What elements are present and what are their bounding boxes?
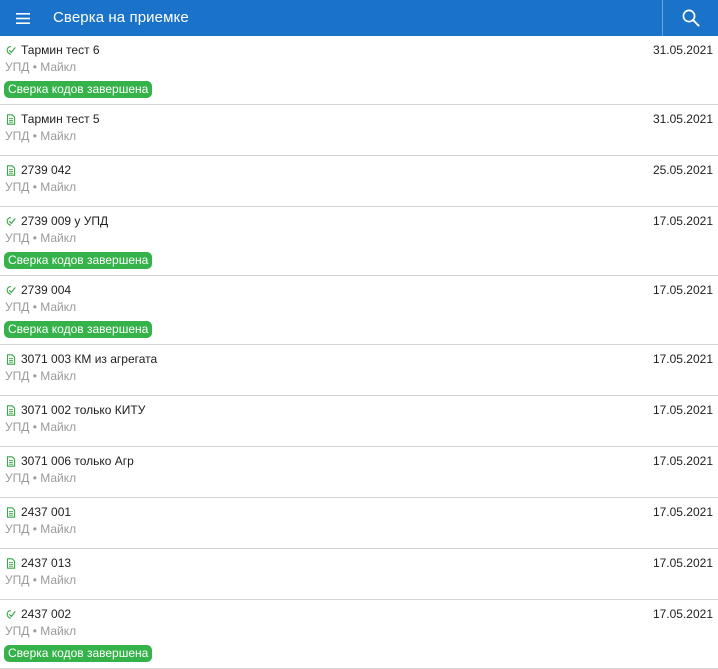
document-meta: УПД • Майкл	[5, 231, 77, 245]
document-row[interactable]: 3071 006 только Агр УПД • Майкл 17.05.2021	[0, 447, 718, 498]
document-row[interactable]: 2437 013 УПД • Майкл 17.05.2021	[0, 549, 718, 600]
search-icon	[682, 9, 700, 27]
document-row[interactable]: 2739 004 УПД • Майкл 17.05.2021 Сверка кодо…	[0, 276, 718, 345]
doc-icon	[6, 558, 16, 569]
document-name: 2437 002	[21, 607, 72, 621]
document-type-icon	[6, 354, 16, 365]
document-row[interactable]: Тармин тест 6 УПД • Майкл 31.05.2021 Сверка…	[0, 36, 718, 105]
document-type-icon	[6, 405, 16, 416]
document-date: 17.05.2021	[652, 352, 713, 366]
document-row[interactable]: 3071 003 КМ из агрегата УПД • Майкл 17.05.…	[0, 345, 718, 396]
document-row[interactable]: 2437 002 УПД • Майкл 17.05.2021 Сверка кодо…	[0, 600, 718, 669]
document-name: 2739 004	[21, 283, 72, 297]
document-date: 17.05.2021	[652, 505, 713, 519]
status-badge: Сверка кодов завершена	[4, 81, 153, 98]
document-row[interactable]: 2437 001 УПД • Майкл 17.05.2021	[0, 498, 718, 549]
document-meta: УПД • Майкл	[5, 420, 77, 434]
document-date: 17.05.2021	[652, 607, 713, 621]
document-type-icon	[6, 165, 16, 176]
doc-check-icon	[6, 286, 16, 295]
document-meta: УПД • Майкл	[5, 60, 77, 74]
status-badge: Сверка кодов завершена	[4, 645, 153, 662]
document-date: 31.05.2021	[652, 43, 713, 57]
document-meta: УПД • Майкл	[5, 369, 77, 383]
document-name: 3071 006 только Агр	[21, 454, 134, 468]
page-title: Сверка на приемке	[53, 9, 189, 26]
document-row[interactable]: 2739 042 УПД • Майкл 25.05.2021	[0, 156, 718, 207]
document-date: 17.05.2021	[652, 214, 713, 228]
menu-button[interactable]	[10, 0, 36, 36]
search-button[interactable]	[662, 0, 718, 36]
document-name: 2437 013	[21, 556, 72, 570]
document-meta: УПД • Майкл	[5, 300, 77, 314]
document-type-icon	[6, 456, 16, 467]
document-date: 31.05.2021	[652, 112, 713, 126]
document-date: 17.05.2021	[652, 454, 713, 468]
document-meta: УПД • Майкл	[5, 573, 77, 587]
document-meta: УПД • Майкл	[5, 129, 77, 143]
doc-check-icon	[6, 217, 16, 226]
doc-icon	[6, 456, 16, 467]
doc-icon	[6, 405, 16, 416]
document-row[interactable]: 3071 002 только КИТУ УПД • Майкл 17.05.202…	[0, 396, 718, 447]
status-badge: Сверка кодов завершена	[4, 321, 153, 338]
document-meta: УПД • Майкл	[5, 471, 77, 485]
document-row[interactable]: 2739 009 у УПД УПД • Майкл 17.05.2021 Сверк…	[0, 207, 718, 276]
document-meta: УПД • Майкл	[5, 624, 77, 638]
document-type-icon	[6, 216, 16, 227]
document-name: 2437 001	[21, 505, 72, 519]
doc-icon	[6, 165, 16, 176]
document-meta: УПД • Майкл	[5, 522, 77, 536]
document-name: 3071 003 КМ из агрегата	[21, 352, 158, 366]
document-type-icon	[6, 507, 16, 518]
document-type-icon	[6, 285, 16, 296]
doc-icon	[6, 354, 16, 365]
document-list: Тармин тест 6 УПД • Майкл 31.05.2021 Сверка…	[0, 36, 718, 669]
document-type-icon	[6, 45, 16, 56]
document-name: 3071 002 только КИТУ	[21, 403, 146, 417]
document-name: 2739 042	[21, 163, 72, 177]
doc-check-icon	[6, 610, 16, 619]
document-name: Тармин тест 6	[21, 43, 100, 57]
document-type-icon	[6, 558, 16, 569]
app-bar: Сверка на приемке	[0, 0, 718, 36]
document-date: 25.05.2021	[652, 163, 713, 177]
document-type-icon	[6, 609, 16, 620]
document-name: Тармин тест 5	[21, 112, 100, 126]
doc-check-icon	[6, 46, 16, 55]
document-row[interactable]: Тармин тест 5 УПД • Майкл 31.05.2021	[0, 105, 718, 156]
doc-icon	[6, 114, 16, 125]
document-date: 17.05.2021	[652, 556, 713, 570]
document-date: 17.05.2021	[652, 403, 713, 417]
document-name: 2739 009 у УПД	[21, 214, 109, 228]
document-meta: УПД • Майкл	[5, 180, 77, 194]
doc-icon	[6, 507, 16, 518]
document-type-icon	[6, 114, 16, 125]
document-date: 17.05.2021	[652, 283, 713, 297]
menu-icon	[16, 12, 30, 24]
status-badge: Сверка кодов завершена	[4, 252, 153, 269]
